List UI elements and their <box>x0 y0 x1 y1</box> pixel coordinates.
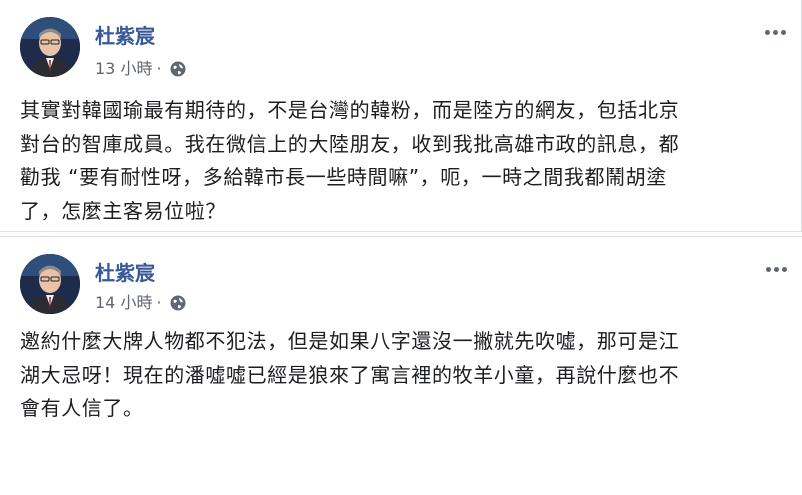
post-card: 杜紫宸 14 小時 · 邀約什麼大牌人物都不犯法，但是如果八字還沒一撇就先吹噓，… <box>0 236 802 495</box>
post-timestamp[interactable]: 14 小時 <box>95 293 152 313</box>
more-options-icon[interactable] <box>762 259 790 279</box>
avatar[interactable] <box>20 254 80 314</box>
more-dot <box>764 29 770 35</box>
avatar-portrait-icon <box>20 17 80 77</box>
meta-separator: · <box>156 59 162 78</box>
more-dot <box>772 29 778 35</box>
post-timestamp[interactable]: 13 小時 <box>95 59 152 79</box>
post-text: 其實對韓國瑜最有期待的，不是台灣的韓粉，而是陸方的網友，包括北京 對台的智庫成員… <box>20 98 680 223</box>
post-meta: 13 小時 · <box>95 59 186 79</box>
more-options-icon[interactable] <box>761 22 789 42</box>
post-meta: 14 小時 · <box>95 293 186 313</box>
globe-icon[interactable] <box>170 295 186 311</box>
post-card: 杜紫宸 13 小時 · 其實對韓國瑜最有期待的，不是台灣的韓粉，而是陸方的網友，… <box>0 0 802 232</box>
author-name[interactable]: 杜紫宸 <box>95 261 155 285</box>
globe-icon[interactable] <box>170 61 186 77</box>
meta-separator: · <box>156 293 162 312</box>
more-dot <box>780 29 786 35</box>
avatar[interactable] <box>20 17 80 77</box>
more-dot <box>781 266 787 272</box>
avatar-portrait-icon <box>20 254 80 314</box>
more-dot <box>773 266 779 272</box>
author-name[interactable]: 杜紫宸 <box>95 24 155 48</box>
more-dot <box>765 266 771 272</box>
post-text: 邀約什麼大牌人物都不犯法，但是如果八字還沒一撇就先吹噓，那可是江 湖大忌呀！現在… <box>20 329 680 420</box>
